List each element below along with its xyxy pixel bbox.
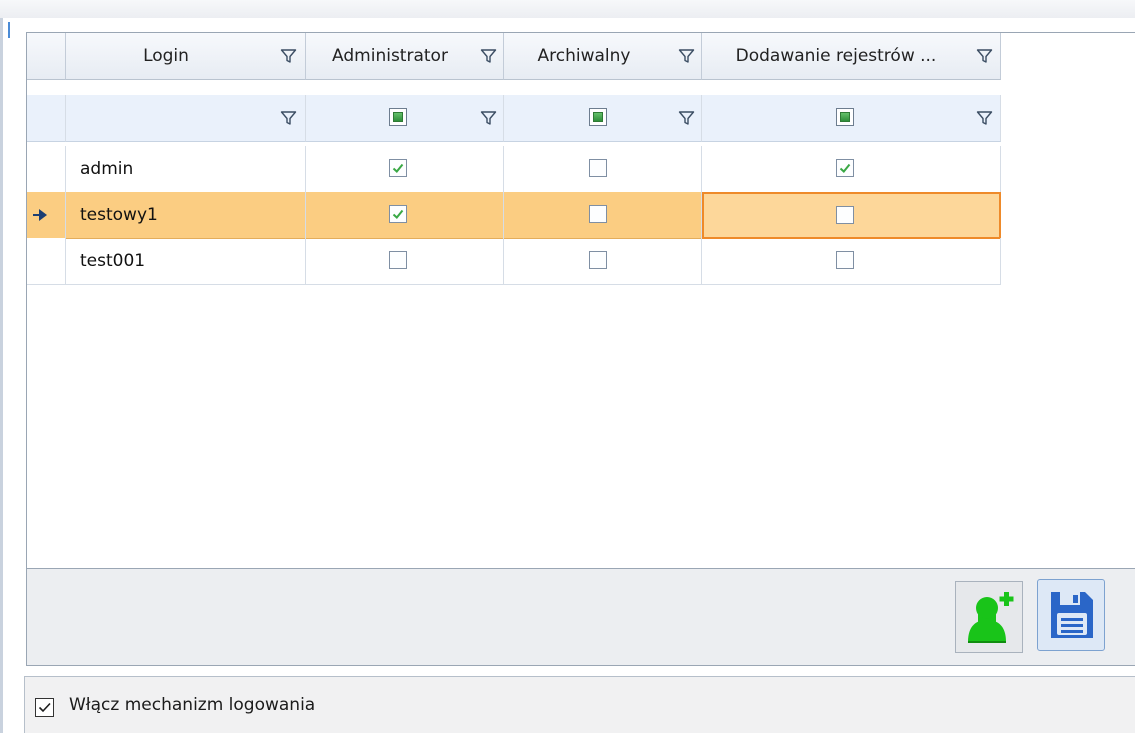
archiwalny-checkbox[interactable] (589, 159, 607, 177)
column-header-archiwalny[interactable]: Archiwalny (504, 33, 702, 80)
column-header-dodawanie-rejestrow[interactable]: Dodawanie rejestrów ... (702, 33, 1001, 80)
administrator-cell[interactable] (306, 238, 504, 285)
column-header-administrator[interactable]: Administrator (306, 33, 504, 80)
administrator-cell[interactable] (306, 192, 504, 239)
filter-cell-login[interactable] (66, 95, 306, 142)
table-row[interactable]: admin (27, 146, 1001, 193)
row-indicator-cell (27, 192, 66, 239)
grid-filter-row (27, 95, 1001, 142)
administrator-checkbox[interactable] (389, 251, 407, 269)
filter-checkbox-indeterminate[interactable] (836, 108, 854, 126)
left-accent (8, 22, 10, 38)
table-row[interactable]: test001 (27, 238, 1001, 285)
login-value: test001 (80, 251, 146, 271)
archiwalny-cell[interactable] (504, 146, 702, 193)
filter-funnel-icon[interactable] (678, 48, 695, 65)
header-indicator-cell (27, 33, 66, 80)
filter-checkbox-indeterminate[interactable] (389, 108, 407, 126)
administrator-cell[interactable] (306, 146, 504, 193)
login-mechanism-label[interactable]: Włącz mechanizm logowania (69, 695, 315, 715)
filter-funnel-icon[interactable] (976, 110, 993, 127)
filter-funnel-icon[interactable] (480, 110, 497, 127)
login-cell[interactable]: admin (66, 146, 306, 193)
filter-cell-dodawanie-rejestrow[interactable] (702, 95, 1001, 142)
filter-checkbox-indeterminate[interactable] (589, 108, 607, 126)
column-header-label: Administrator (332, 46, 448, 66)
save-button[interactable] (1037, 579, 1105, 651)
dodawanie-rejestrow-checkbox[interactable] (836, 205, 854, 224)
column-header-label: Dodawanie rejestrów ... (735, 46, 937, 66)
filter-funnel-icon[interactable] (280, 110, 297, 127)
login-value: testowy1 (80, 205, 158, 225)
filter-funnel-icon[interactable] (976, 48, 993, 65)
login-mechanism-checkbox[interactable] (35, 698, 54, 717)
login-cell[interactable]: testowy1 (66, 192, 306, 239)
login-cell[interactable]: test001 (66, 238, 306, 285)
column-header-login[interactable]: Login (66, 33, 306, 80)
filter-funnel-icon[interactable] (480, 48, 497, 65)
administrator-checkbox-checked[interactable] (389, 159, 407, 177)
dodawanie-rejestrow-checkbox-checked[interactable] (836, 159, 854, 177)
archiwalny-checkbox[interactable] (589, 205, 607, 223)
filter-cell-administrator[interactable] (306, 95, 504, 142)
dodawanie-rejestrow-cell-focused[interactable] (702, 192, 1001, 239)
filter-cell-archiwalny[interactable] (504, 95, 702, 142)
archiwalny-cell[interactable] (504, 238, 702, 285)
grid-toolbar (26, 568, 1135, 666)
top-band (0, 0, 1135, 18)
table-row-selected[interactable]: testowy1 (27, 192, 1001, 239)
column-header-label: Archiwalny (537, 46, 631, 66)
current-row-arrow-icon (33, 209, 47, 221)
dodawanie-rejestrow-checkbox[interactable] (836, 251, 854, 269)
archiwalny-cell[interactable] (504, 192, 702, 239)
filter-indicator-cell (27, 95, 66, 142)
filter-funnel-icon[interactable] (280, 48, 297, 65)
grid-header-row: Login Administrator Archiwalny Dodawanie… (27, 33, 1001, 80)
dodawanie-rejestrow-cell[interactable] (702, 146, 1001, 193)
add-user-icon (968, 592, 1014, 643)
dodawanie-rejestrow-cell[interactable] (702, 238, 1001, 285)
add-user-button[interactable] (955, 581, 1023, 653)
row-indicator-cell (27, 238, 66, 285)
save-disk-icon (1051, 592, 1093, 638)
row-indicator-cell (27, 146, 66, 193)
archiwalny-checkbox[interactable] (589, 251, 607, 269)
login-value: admin (80, 159, 134, 179)
filter-funnel-icon[interactable] (678, 110, 695, 127)
administrator-checkbox-checked[interactable] (389, 205, 407, 223)
login-mechanism-bar: Włącz mechanizm logowania (24, 676, 1135, 733)
left-border (0, 18, 3, 733)
column-header-label: Login (143, 46, 189, 66)
